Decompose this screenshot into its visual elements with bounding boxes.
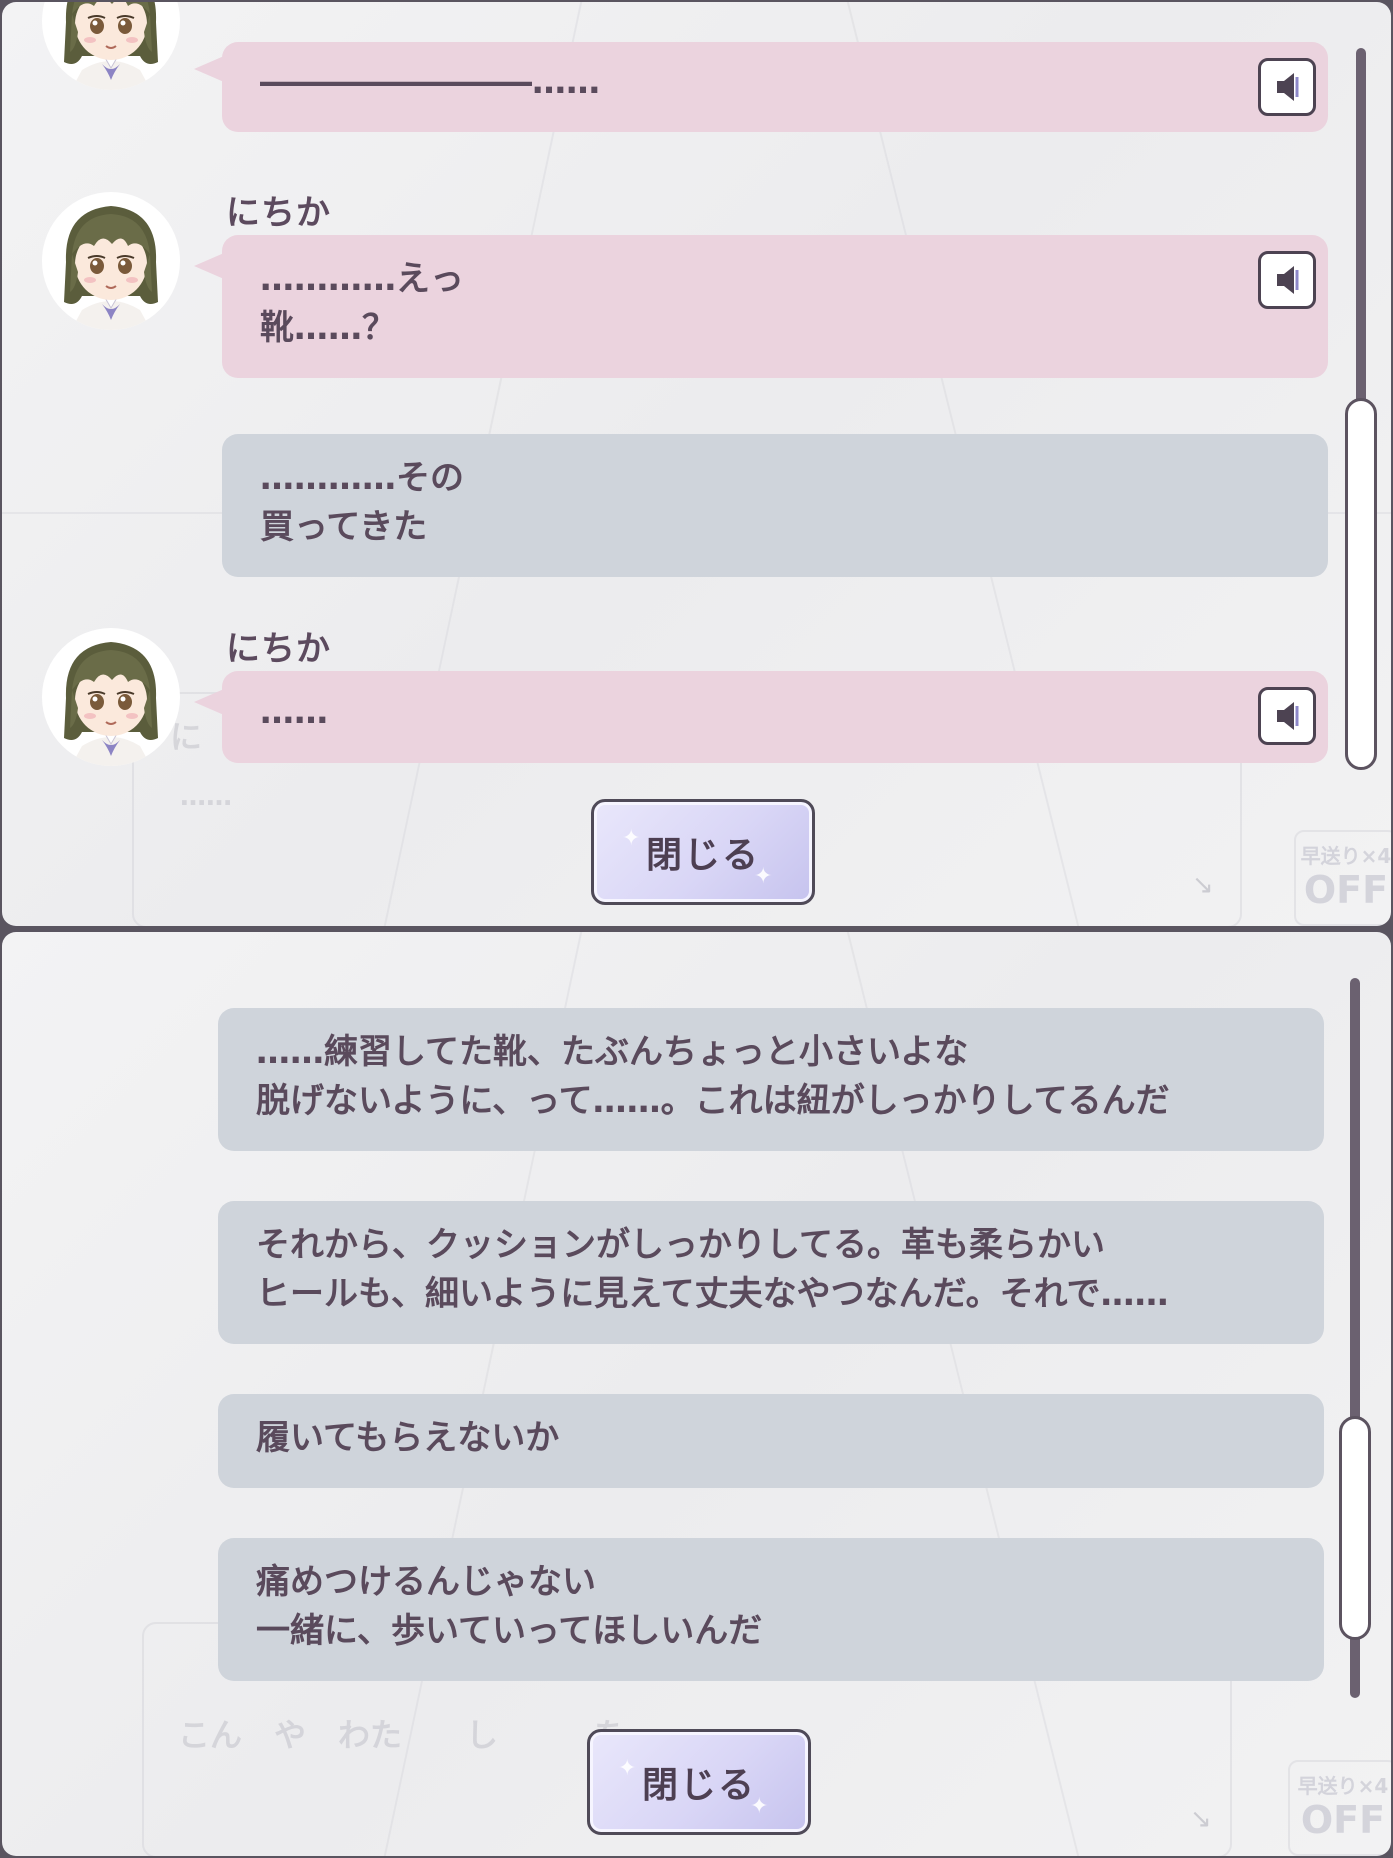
backlog-panel-bottom: こん や わた し を ↘ 早送り×4 OFF ……練習してた靴、たぶんちょっと…	[2, 932, 1391, 1856]
fast-forward-state: OFF	[1303, 868, 1389, 912]
scrollbar-thumb[interactable]	[1339, 1416, 1371, 1640]
background-text: ……	[180, 782, 232, 812]
voice-replay-button[interactable]	[1258, 58, 1316, 116]
character-avatar	[42, 2, 180, 90]
message-line: …………その	[260, 458, 464, 498]
scrollbar-thumb[interactable]	[1345, 398, 1377, 770]
message-line: 買ってきた	[260, 507, 428, 547]
close-button-label: 閉じる	[645, 835, 760, 876]
speaker-icon	[1275, 71, 1299, 103]
close-button[interactable]: ✦ ✦ 閉じる	[591, 799, 815, 905]
narration-message: …………その 買ってきた	[222, 434, 1328, 577]
message-line: 一緒に、歩いていってほしいんだ	[256, 1611, 763, 1651]
fast-forward-state: OFF	[1300, 1798, 1386, 1842]
message-line: 痛めつけるんじゃない	[256, 1562, 596, 1602]
next-arrow-icon: ↘	[1192, 870, 1214, 900]
message-line: ――――――――……	[260, 62, 600, 102]
speaker-message: ――――――――……	[194, 42, 1328, 132]
speaker-name: にちか	[226, 629, 331, 669]
speaker-icon	[1275, 700, 1299, 732]
next-arrow-icon: ↘	[1190, 1804, 1212, 1834]
message-line: ヒールも、細いように見えて丈夫なやつなんだ。それで……	[256, 1274, 1169, 1314]
narration-message: 履いてもらえないか	[218, 1394, 1324, 1488]
voice-replay-button[interactable]	[1258, 251, 1316, 309]
message-line: …………えっ	[260, 259, 464, 299]
speaker-name: にちか	[226, 193, 331, 233]
message-line: ……	[260, 692, 328, 732]
fast-forward-toggle: 早送り×4 OFF	[1294, 830, 1391, 926]
fast-forward-toggle: 早送り×4 OFF	[1288, 1760, 1391, 1856]
message-line: 靴……？	[260, 308, 396, 348]
speaker-message: …………えっ 靴……？	[194, 235, 1328, 378]
backlog-panel-top: に …… ↘ 早送り×4 OFF ――――――――…… にちか …………えっ 靴…	[2, 2, 1391, 926]
speaker-message: ……	[194, 671, 1328, 763]
character-avatar	[42, 192, 180, 330]
narration-message: ……練習してた靴、たぶんちょっと小さいよな 脱げないように、って……。これは紐が…	[218, 1008, 1324, 1151]
fast-forward-label: 早送り×4	[1300, 844, 1391, 868]
message-line: それから、クッションがしっかりしてる。革も柔らかい	[256, 1225, 1105, 1265]
background-text: こん や わた し を	[178, 1716, 627, 1754]
message-line: 履いてもらえないか	[256, 1418, 560, 1458]
close-button[interactable]: ✦ ✦ 閉じる	[587, 1729, 811, 1835]
narration-message: それから、クッションがしっかりしてる。革も柔らかい ヒールも、細いように見えて丈…	[218, 1201, 1324, 1344]
narration-message: 痛めつけるんじゃない 一緒に、歩いていってほしいんだ	[218, 1538, 1324, 1681]
fast-forward-label: 早送り×4	[1297, 1774, 1389, 1798]
speaker-icon	[1275, 264, 1299, 296]
voice-replay-button[interactable]	[1258, 687, 1316, 745]
message-line: ……練習してた靴、たぶんちょっと小さいよな	[256, 1032, 969, 1072]
character-avatar	[42, 628, 180, 766]
close-button-label: 閉じる	[641, 1765, 756, 1806]
message-line: 脱げないように、って……。これは紐がしっかりしてるんだ	[256, 1081, 1170, 1121]
